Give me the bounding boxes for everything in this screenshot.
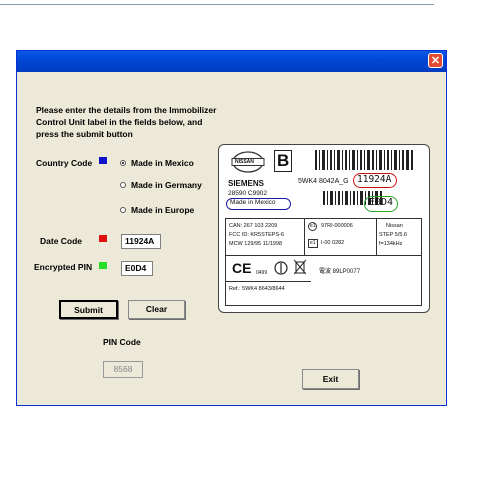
radio-label: Made in Mexico <box>131 158 194 168</box>
weee-bin-icon <box>294 259 306 275</box>
radio-made-in-europe[interactable]: Made in Europe <box>120 205 194 215</box>
radio-made-in-germany[interactable]: Made in Germany <box>120 180 202 190</box>
e1-circle-icon: e1 <box>308 222 317 231</box>
can-text: CAN: 267 103 2209 <box>229 223 278 229</box>
date-code-highlight: 11924A <box>353 173 397 188</box>
ce-number: 0499 <box>256 270 268 276</box>
letter-code: B <box>277 151 290 170</box>
close-icon: ✕ <box>430 55 441 67</box>
recycle-bin-icon <box>274 261 288 275</box>
submit-button[interactable]: Submit <box>59 300 118 319</box>
nissan-step-text: Nissan <box>386 223 403 229</box>
e1-text: e1 <box>310 240 316 246</box>
label-date-code: 11924A <box>357 174 392 185</box>
brand-text: NISSAN <box>235 159 254 165</box>
radio-made-in-mexico[interactable]: Made in Mexico <box>120 158 194 168</box>
title-bar: ✕ <box>17 51 446 72</box>
close-button[interactable]: ✕ <box>428 53 443 68</box>
instructions-text: Please enter the details from the Immobi… <box>36 105 217 139</box>
exit-button[interactable]: Exit <box>302 369 359 389</box>
immobilizer-dialog: ✕ Please enter the details from the Immo… <box>16 50 447 406</box>
ref-text: Ref.: 5WK4 8643/8644 <box>229 286 285 292</box>
date-code-label: Date Code <box>40 236 83 246</box>
e1-box-icon: e1 <box>308 239 318 248</box>
country-color-swatch <box>99 157 107 164</box>
label-pin-code: E0D4 <box>369 197 394 208</box>
pin-highlight: E0D4 <box>364 196 398 212</box>
part-number-text: 28590 C9902 <box>228 190 268 197</box>
date-color-swatch <box>99 235 107 242</box>
label-info-box: CAN: 267 103 2209 FCC ID: KR5STEPS-6 MCW… <box>225 218 422 306</box>
e1-bottom-number: I-00 0282 <box>321 240 345 246</box>
jp-approval-text: 電波 89LP0077 <box>319 269 361 275</box>
divider <box>226 281 311 282</box>
date-code-input[interactable]: 11924A <box>121 234 161 249</box>
radio-label: Made in Germany <box>131 180 202 190</box>
clear-button[interactable]: Clear <box>128 300 185 319</box>
serial-prefix: 5WK4 8042A_G <box>298 178 349 185</box>
barcode-icon <box>315 150 413 170</box>
step-text: STEP 5/5.6 <box>379 232 408 238</box>
mcw-text: MCW 129/95 11/1998 <box>229 241 283 247</box>
radio-unselected-icon <box>120 182 126 188</box>
pin-color-swatch <box>99 262 107 269</box>
country-code-label: Country Code <box>36 158 93 168</box>
radio-unselected-icon <box>120 207 126 213</box>
radio-label: Made in Europe <box>131 205 195 215</box>
label-origin: Made in Mexico <box>230 199 276 206</box>
freq-text: f=134kHz <box>379 241 403 247</box>
encrypted-pin-label: Encrypted PIN <box>34 262 93 272</box>
ce-mark-icon: CE <box>232 260 252 276</box>
encrypted-pin-input[interactable]: E0D4 <box>121 261 153 276</box>
fcc-text: FCC ID: KR5STEPS-6 <box>229 232 285 238</box>
radio-selected-icon <box>120 160 126 166</box>
top-divider <box>0 4 434 5</box>
immobilizer-label-image: NISSAN B 5WK4 8042A_G 11924A SIEMENS 285… <box>218 144 430 313</box>
pin-code-output: 8568 <box>103 361 143 378</box>
maker-text: SIEMENS <box>228 179 265 188</box>
e1-text: e1 <box>310 223 316 229</box>
e1-top-number: 97RI-000006 <box>321 223 353 229</box>
origin-highlight: Made in Mexico <box>226 198 291 210</box>
letter-box: B <box>274 150 292 172</box>
pin-code-label: PIN Code <box>103 337 141 347</box>
